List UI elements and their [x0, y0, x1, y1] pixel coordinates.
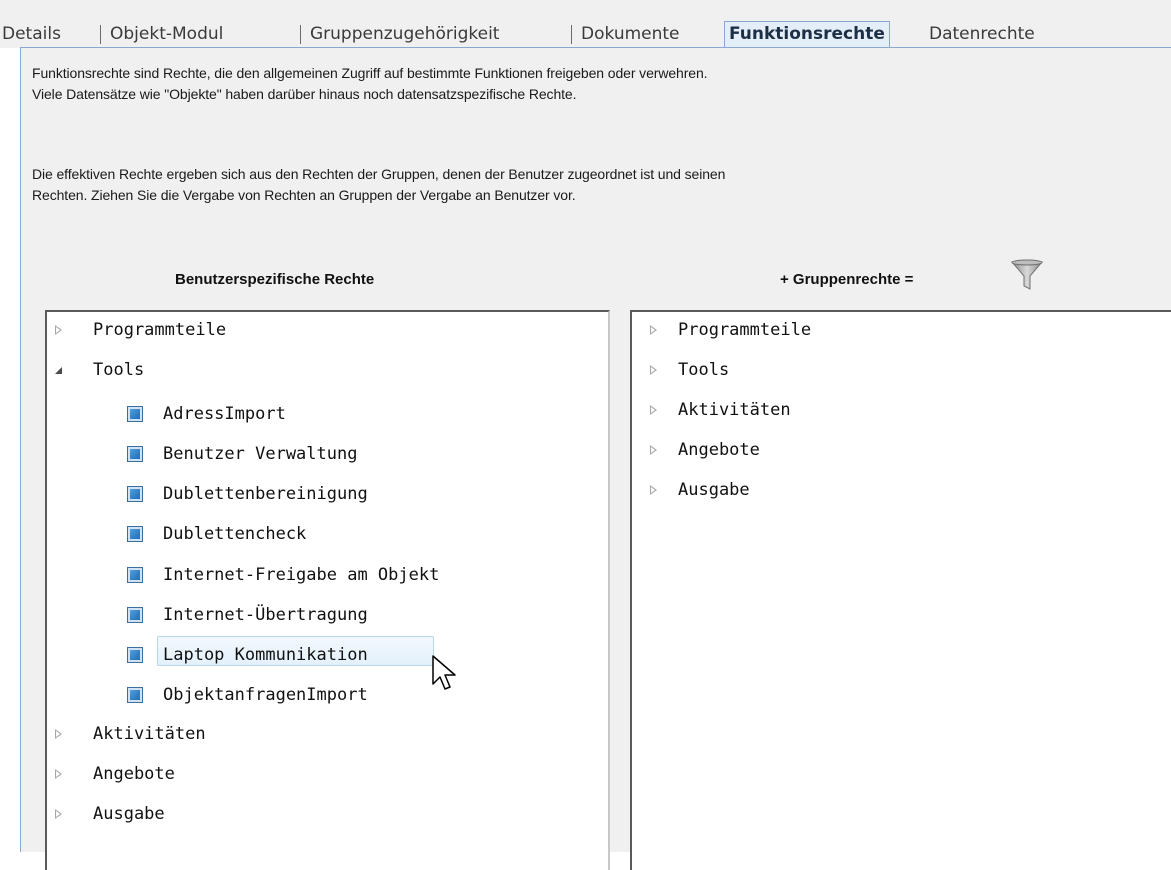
tab-gruppenzugehoerigkeit[interactable]: Gruppenzugehörigkeit [310, 22, 499, 46]
tree-node-label: Angebote [93, 764, 175, 784]
info-text-line-4: Rechten. Ziehen Sie die Vergabe von Rech… [32, 187, 576, 203]
tree-node-label: Tools [93, 360, 145, 380]
info-text-line-1: Funktionsrechte sind Rechte, die den all… [32, 65, 708, 81]
checkbox-filled-icon[interactable] [127, 607, 143, 623]
tab-separator [571, 25, 572, 44]
checkbox-filled-icon[interactable] [127, 526, 143, 542]
tab-separator [100, 25, 101, 44]
triangle-right-icon[interactable] [55, 769, 62, 779]
checkbox-filled-icon[interactable] [127, 567, 143, 583]
triangle-right-icon[interactable] [650, 325, 657, 335]
tree-leaf-label: Dublettenbereinigung [163, 484, 368, 504]
triangle-right-icon[interactable] [650, 445, 657, 455]
group-rights-heading: + Gruppenrechte = [780, 271, 914, 288]
tree-node-label: Tools [678, 360, 730, 380]
info-text-line-3: Die effektiven Rechte ergeben sich aus d… [32, 166, 726, 182]
checkbox-filled-icon[interactable] [127, 486, 143, 502]
tree-leaf-label: AdressImport [163, 404, 286, 424]
triangle-right-icon[interactable] [55, 729, 62, 739]
tab-objekt-modul[interactable]: Objekt-Modul [110, 22, 223, 46]
tab-separator [300, 25, 301, 44]
triangle-right-icon[interactable] [55, 325, 62, 335]
user-rights-tree[interactable]: Programmteile Tools AdressImport Benutze… [45, 310, 610, 870]
group-rights-tree[interactable]: Programmteile Tools Aktivitäten Angebote… [630, 310, 1171, 870]
tree-leaf-label: Internet-Freigabe am Objekt [163, 565, 440, 585]
tree-node-label: Aktivitäten [678, 400, 791, 420]
user-rights-heading: Benutzerspezifische Rechte [175, 271, 375, 288]
triangle-right-icon[interactable] [650, 405, 657, 415]
funnel-icon[interactable] [1010, 258, 1044, 292]
tab-funktionsrechte[interactable]: Funktionsrechte [724, 21, 890, 48]
tree-node-label: Programmteile [93, 320, 227, 340]
tab-datenrechte[interactable]: Datenrechte [929, 22, 1035, 46]
tree-node-label: Aktivitäten [93, 724, 206, 744]
mouse-pointer-icon [432, 655, 456, 690]
checkbox-filled-icon[interactable] [127, 647, 143, 663]
tree-leaf-label: Internet-Übertragung [163, 605, 368, 625]
checkbox-filled-icon[interactable] [127, 446, 143, 462]
tree-leaf-label: Dublettencheck [163, 524, 307, 544]
triangle-right-icon[interactable] [650, 365, 657, 375]
tree-node-label: Ausgabe [678, 480, 750, 500]
tab-details[interactable]: Details [2, 22, 61, 46]
checkbox-filled-icon[interactable] [127, 406, 143, 422]
triangle-down-icon[interactable] [55, 367, 62, 374]
tree-node-label: Ausgabe [93, 804, 165, 824]
checkbox-filled-icon[interactable] [127, 687, 143, 703]
tree-leaf-label: ObjektanfragenImport [163, 685, 368, 705]
tree-node-label: Programmteile [678, 320, 812, 340]
tree-leaf-label: Laptop Kommunikation [163, 645, 368, 665]
triangle-right-icon[interactable] [55, 809, 62, 819]
tab-dokumente[interactable]: Dokumente [581, 22, 680, 46]
tree-node-label: Angebote [678, 440, 760, 460]
info-text-line-2: Viele Datensätze wie "Objekte" haben dar… [32, 86, 577, 102]
tab-bar: Details Objekt-Modul Gruppenzugehörigkei… [0, 0, 1171, 48]
tree-leaf-label: Benutzer Verwaltung [163, 444, 358, 464]
triangle-right-icon[interactable] [650, 485, 657, 495]
